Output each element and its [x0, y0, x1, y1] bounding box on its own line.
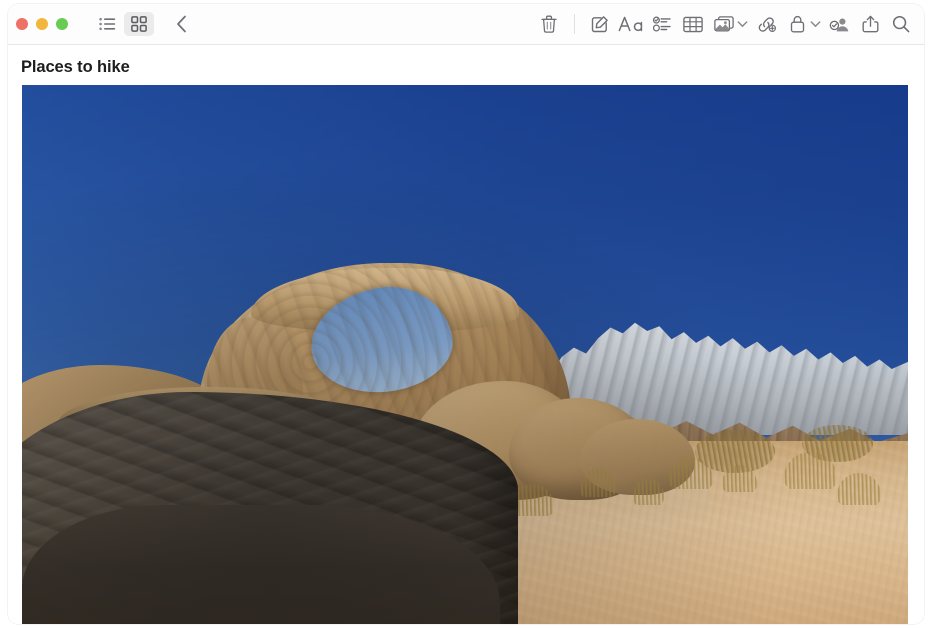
photos-icon	[714, 16, 734, 33]
delete-button[interactable]	[534, 12, 564, 36]
note-attachment-image[interactable]	[22, 85, 908, 624]
share-icon	[862, 15, 879, 33]
media-group	[709, 12, 750, 36]
minimize-button[interactable]	[36, 18, 48, 30]
trash-icon	[541, 15, 557, 33]
notes-window: Places to hike	[8, 4, 924, 624]
chevron-down-icon[interactable]	[737, 20, 748, 28]
list-view-icon	[99, 17, 116, 31]
chevron-down-icon[interactable]	[810, 20, 821, 28]
note-content-area[interactable]: Places to hike	[8, 45, 924, 624]
close-button[interactable]	[16, 18, 28, 30]
back-button[interactable]	[166, 12, 196, 36]
toolbar-separator	[574, 14, 575, 34]
note-title[interactable]: Places to hike	[8, 45, 924, 77]
search-icon	[892, 15, 910, 33]
format-button[interactable]	[616, 12, 646, 36]
chevron-left-icon	[176, 15, 187, 33]
toolbar-actions	[534, 12, 916, 36]
lock-button[interactable]	[782, 12, 812, 36]
lock-icon	[790, 15, 805, 33]
collaborate-icon	[829, 16, 850, 33]
checklist-icon	[653, 16, 671, 32]
grid-view-button[interactable]	[124, 12, 154, 36]
toolbar	[8, 4, 924, 45]
search-button[interactable]	[886, 12, 916, 36]
checklist-button[interactable]	[647, 12, 677, 36]
view-toggle-group	[92, 12, 196, 36]
format-icon	[618, 15, 644, 33]
landscape-photo	[22, 85, 908, 624]
window-controls	[16, 18, 68, 30]
lock-group	[782, 12, 823, 36]
collaborate-button[interactable]	[824, 12, 854, 36]
compose-button[interactable]	[585, 12, 615, 36]
list-view-button[interactable]	[92, 12, 122, 36]
maximize-button[interactable]	[56, 18, 68, 30]
table-icon	[683, 16, 703, 33]
link-button[interactable]	[751, 12, 781, 36]
link-icon	[756, 16, 777, 33]
compose-icon	[591, 15, 609, 33]
media-button[interactable]	[709, 12, 739, 36]
share-button[interactable]	[855, 12, 885, 36]
table-button[interactable]	[678, 12, 708, 36]
grid-view-icon	[131, 16, 147, 32]
